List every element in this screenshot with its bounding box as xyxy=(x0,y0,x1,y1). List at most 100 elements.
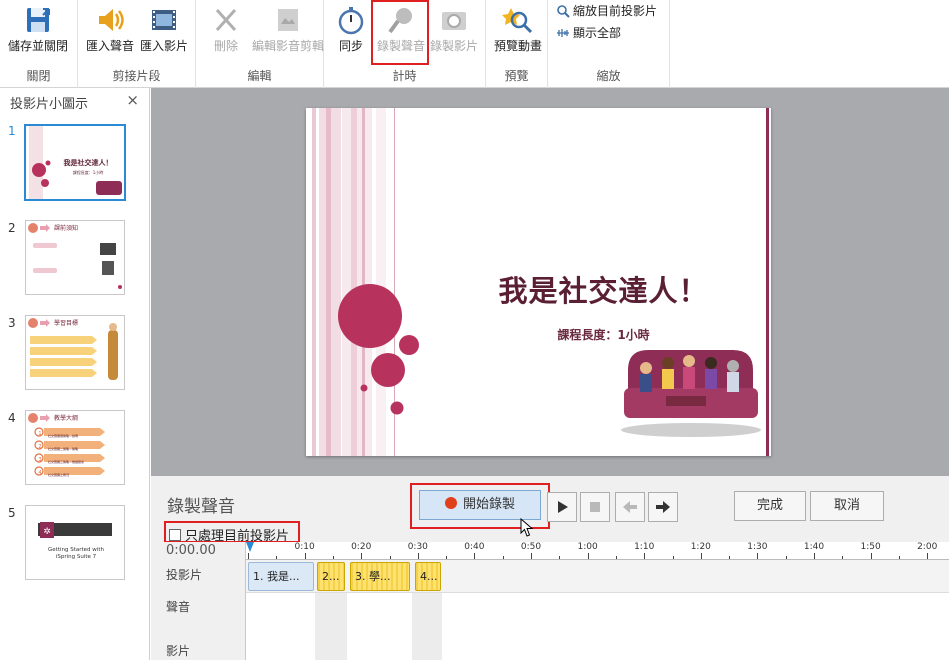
group-label-close: 關閉 xyxy=(26,69,51,83)
stop-icon xyxy=(590,502,600,512)
timeline-tracks[interactable]: 0:10 0:20 0:30 0:40 0:50 1:00 1:10 1:20 1:30 1:40… xyxy=(245,542,949,660)
preview-animation-button[interactable]: 預覽動畫 xyxy=(488,2,548,56)
import-audio-button[interactable]: 匯入聲音 xyxy=(80,2,140,56)
slide-thumbnails-panel: 投影片小圖示 × 1 我是社交達人！ 課程長度：1小時 2 課前須知 3 學習目… xyxy=(0,88,150,660)
done-button[interactable]: 完成 xyxy=(734,491,806,521)
highlight-only-current xyxy=(164,521,300,543)
show-all-icon xyxy=(556,26,570,40)
thumb-number: 3 xyxy=(8,316,16,330)
save-and-close-button[interactable]: 儲存並關閉 xyxy=(8,2,68,56)
ribbon: 儲存並關閉 關閉 匯入聲音 匯入影片 剪接片段 刪除 編輯影音剪輯 編輯 同步 … xyxy=(0,0,949,88)
record-video-button[interactable]: 錄製影片 xyxy=(426,2,482,56)
next-slide-button[interactable] xyxy=(648,492,678,522)
ruler-tick xyxy=(927,553,929,559)
ruler-tick xyxy=(446,556,448,559)
show-all-label: 顯示全部 xyxy=(573,26,622,40)
delete-label: 刪除 xyxy=(213,39,238,53)
ruler-tick xyxy=(417,553,419,559)
play-button[interactable] xyxy=(547,492,577,522)
thumb-number: 1 xyxy=(8,124,16,138)
record-audio-bar: 錄製聲音 開始錄製 完成 取消 只處理目前投影片 xyxy=(151,476,949,544)
track-shade xyxy=(412,593,442,660)
thumb-4-num: 4 xyxy=(38,470,42,476)
clip-slide-1[interactable]: 1. 我是... xyxy=(248,562,314,591)
import-video-button[interactable]: 匯入影片 xyxy=(134,2,194,56)
thumb-number: 2 xyxy=(8,221,16,235)
film-icon xyxy=(147,4,181,36)
slide-stage: 我是社交達人！ 課程長度：1小時 xyxy=(151,88,949,476)
ruler-tick xyxy=(842,556,844,559)
slide-title: 我是社交達人！ xyxy=(498,274,709,308)
row-label-slides: 投影片 xyxy=(166,568,203,582)
thumb-5-art: ✲ xyxy=(38,522,112,538)
ruler-tick xyxy=(615,556,617,559)
ruler-tick-label: 1:50 xyxy=(860,542,881,552)
ruler-tick xyxy=(729,556,731,559)
row-label-video: 影片 xyxy=(166,644,191,658)
ruler-tick-label: 1:30 xyxy=(747,542,768,552)
ruler-tick xyxy=(644,553,646,559)
show-all-button[interactable]: 顯示全部 xyxy=(556,24,621,42)
ruler-tick-label: 0:40 xyxy=(464,542,485,552)
thumb-4-num: 1 xyxy=(38,431,42,437)
thumb-number: 5 xyxy=(8,506,16,520)
arrow-right-icon xyxy=(656,501,670,513)
sync-button[interactable]: 同步 xyxy=(324,2,378,56)
thumb-5-line1: Getting Started with xyxy=(48,547,104,553)
ruler-tick xyxy=(474,553,476,559)
import-video-label: 匯入影片 xyxy=(139,39,188,53)
thumbnail-slide-5[interactable]: ✲ Getting Started with iSpring Suite 7 xyxy=(25,505,125,580)
timeline: 0:00.00 投影片 聲音 影片 0:10 0:20 0:30 0:40 0:50 1:… xyxy=(151,542,949,660)
group-label-edit: 編輯 xyxy=(247,69,272,83)
thumb-2-art xyxy=(28,223,122,289)
clip-slide-2[interactable]: 2... xyxy=(317,562,345,591)
ruler-tick xyxy=(700,553,702,559)
thumbnail-slide-4[interactable]: 教學大綱 1 2 3 4 社交圈擴展策略－說明 社交圈擴二策略－策略 社交圈擴三… xyxy=(25,410,125,485)
ruler-tick xyxy=(672,556,674,559)
zoom-current-slide-button[interactable]: 縮放目前投影片 xyxy=(556,2,657,20)
ruler-tick xyxy=(757,553,759,559)
close-icon[interactable]: × xyxy=(126,91,139,109)
preview-magnifier-icon xyxy=(501,4,535,36)
ruler-tick xyxy=(248,553,249,559)
ruler-tick xyxy=(389,556,391,559)
playhead-marker[interactable] xyxy=(246,542,254,552)
group-preview: 預覽動畫 預覽 xyxy=(486,0,548,88)
previous-slide-button[interactable] xyxy=(615,492,645,522)
speaker-icon xyxy=(93,4,127,36)
edit-clip-button[interactable]: 編輯影音剪輯 xyxy=(252,2,324,56)
stop-button[interactable] xyxy=(580,492,610,522)
thumb-5-line2: iSpring Suite 7 xyxy=(55,554,97,560)
record-video-label: 錄製影片 xyxy=(429,39,478,53)
save-and-close-label: 儲存並關閉 xyxy=(8,39,69,53)
thumb-4-item: 社交圈擴二策略－策略 xyxy=(48,447,79,451)
clip-slide-3[interactable]: 3. 學... xyxy=(350,562,410,591)
zoom-icon xyxy=(556,4,570,18)
thumb-4-item: 社交圈擴之概況 xyxy=(48,473,70,477)
edit-clip-label: 編輯影音剪輯 xyxy=(252,39,325,53)
group-label-preview: 預覽 xyxy=(504,69,529,83)
ruler-tick-label: 2:00 xyxy=(917,542,938,552)
ruler-tick xyxy=(559,556,561,559)
delete-button[interactable]: 刪除 xyxy=(196,2,256,56)
thumb-1-title: 我是社交達人！ xyxy=(63,159,113,167)
slide-canvas: 我是社交達人！ 課程長度：1小時 xyxy=(306,108,771,456)
thumb-5-text: Getting Started with iSpring Suite 7 xyxy=(38,547,114,561)
ruler-tick xyxy=(304,553,306,559)
group-zoom: 縮放目前投影片 顯示全部 縮放 xyxy=(548,0,670,88)
highlight-record-audio xyxy=(371,0,429,65)
mouse-cursor-icon xyxy=(520,518,534,537)
thumb-number: 4 xyxy=(8,411,16,425)
thumbnail-slide-1[interactable]: 我是社交達人！ 課程長度：1小時 xyxy=(24,124,126,201)
panel-title: 投影片小圖示 xyxy=(10,97,89,112)
slide-subtitle: 課程長度：1小時 xyxy=(557,328,650,342)
thumb-4-num: 2 xyxy=(38,444,42,450)
slides-track: 1. 我是... 2... 3. 學... 4... xyxy=(246,560,949,593)
cancel-button[interactable]: 取消 xyxy=(810,491,884,521)
group-close: 儲存並關閉 關閉 xyxy=(0,0,78,88)
thumb-3-art xyxy=(28,318,118,380)
save-icon xyxy=(21,4,55,36)
clip-slide-4[interactable]: 4... xyxy=(415,562,441,591)
thumbnail-slide-2[interactable]: 課前須知 xyxy=(25,220,125,295)
thumbnail-slide-3[interactable]: 學習目標 xyxy=(25,315,125,390)
